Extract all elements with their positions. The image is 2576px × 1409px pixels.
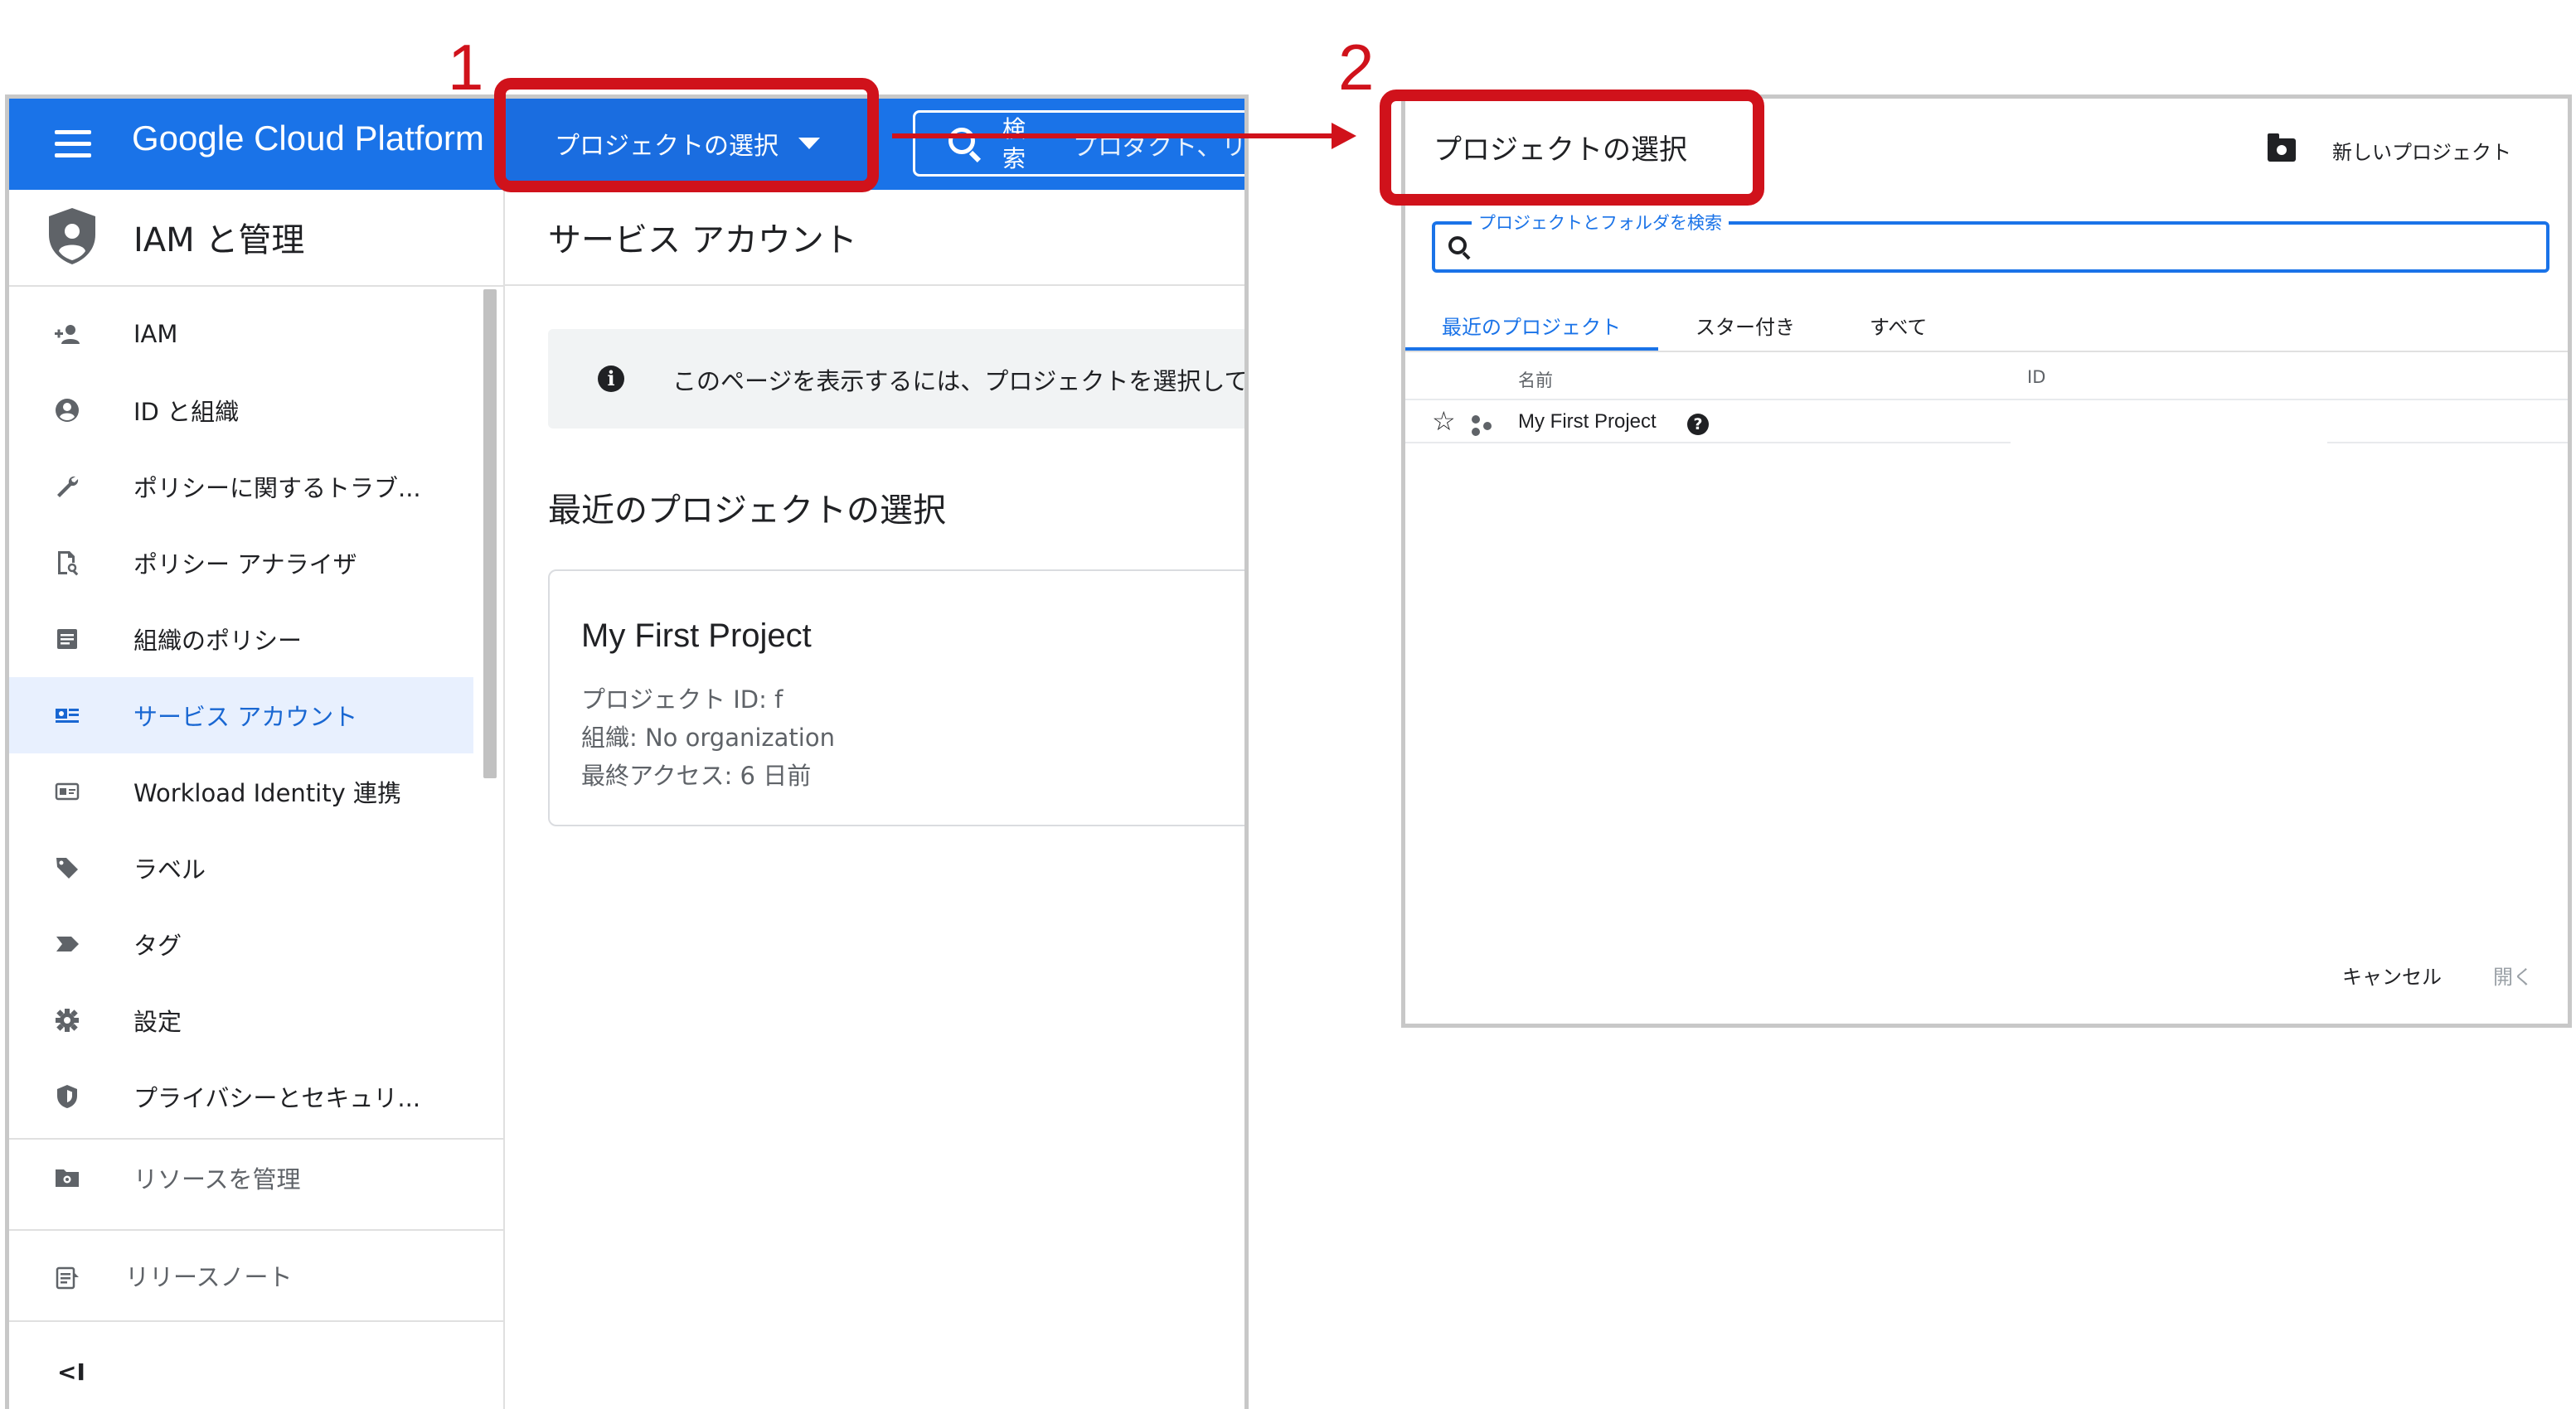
tab-recent-projects[interactable]: 最近のプロジェクト [1442,311,1621,340]
sidebar-item-policy-analyzer[interactable]: ポリシー アナライザ [9,525,473,601]
brand-logo[interactable]: Google Cloud Platform [132,119,484,158]
header-divider [1405,399,2568,400]
open-button[interactable]: 開く [2493,961,2533,990]
sidebar-item-manage-resources[interactable]: リソースを管理 [9,1140,473,1216]
sidebar-item-label: ラベル [133,855,206,884]
sidebar-item-org-policies[interactable]: 組織のポリシー [9,601,473,677]
sidebar-item-label: IAM [133,320,178,348]
label-tag-icon [56,858,78,879]
recent-projects-title: 最近のプロジェクトの選択 [548,491,946,530]
sidebar-item-label: リリースノート [125,1263,293,1291]
project-card-org: 組織: No organization [581,724,835,752]
project-select-dialog: プロジェクトの選択 新しいプロジェクト プロジェクトとフォルダを検索 最近のプロ… [1401,94,2572,1028]
search-icon [948,128,975,154]
project-row-name[interactable]: My First Project [1518,410,1657,433]
id-card-icon [55,782,80,801]
column-header-name: 名前 [1518,370,1553,390]
sidebar-item-iam[interactable]: IAM [9,296,473,372]
sidebar-title: IAM と管理 [133,221,305,259]
sidebar-item-label: 組織のポリシー [133,627,303,655]
column-header-id: ID [2027,367,2046,387]
sidebar-item-troubleshooter[interactable]: ポリシーに関するトラブ... [9,448,473,525]
info-banner: i このページを表示するには、プロジェクトを選択してください [548,329,1248,429]
info-text: このページを表示するには、プロジェクトを選択してください [672,367,1248,395]
help-icon[interactable]: ? [1687,414,1709,435]
wrench-icon [57,476,79,497]
search-icon [1448,236,1467,254]
sidebar-item-tags[interactable]: タグ [9,906,473,982]
release-notes-icon [56,1266,79,1290]
sidebar-item-privacy-security[interactable]: プライバシーとセキュリ... [9,1058,473,1135]
sidebar-item-label: 設定 [133,1008,182,1036]
sidebar-item-label: Workload Identity 連携 [133,779,401,807]
gear-icon [56,1009,79,1032]
search-box[interactable]: 検索 プロダクト、リ [913,110,1247,177]
new-project-button[interactable]: 新しいプロジェクト [2268,132,2511,168]
sidebar-item-workload-identity[interactable]: Workload Identity 連携 [9,753,473,830]
title-divider [505,284,1244,286]
project-card-id: プロジェクト ID: f [581,685,783,714]
sidebar-item-id-org[interactable]: ID と組織 [9,372,473,448]
service-account-icon [56,709,79,723]
step-number-1: 1 [448,31,484,104]
sidebar-item-label: リソースを管理 [133,1165,301,1194]
sidebar-scrollbar[interactable] [483,289,497,778]
sidebar-header: IAM と管理 [9,190,503,287]
project-type-icon [1470,415,1493,437]
row-divider [2327,442,2568,443]
list-document-icon [57,629,77,649]
tab-divider [1405,351,2568,352]
project-card-name: My First Project [581,617,812,654]
sidebar-item-release-notes[interactable]: リリースノート [9,1231,473,1320]
iam-shield-icon [49,208,95,264]
sidebar-divider [9,1320,503,1322]
arrow-head-icon [1332,123,1356,149]
tab-all[interactable]: すべて [1870,311,1927,340]
add-person-icon [55,325,80,344]
search-placeholder: プロダクト、リ [1073,133,1247,162]
step-number-2: 2 [1338,31,1375,104]
sidebar-item-label: ポリシー アナライザ [133,550,357,579]
row-divider [1405,442,2011,443]
new-project-label: 新しいプロジェクト [2332,140,2511,164]
sidebar: IAM と管理 IAM ID と組織 ポリシーに関するトラブ... ポリシー ア… [9,190,505,1409]
sidebar-item-label: サービス アカウント [133,703,358,731]
menu-hamburger-icon[interactable] [9,99,125,190]
sidebar-item-service-accounts[interactable]: サービス アカウント [9,677,473,753]
sidebar-item-label: タグ [133,932,182,960]
callout-dialog-title [1380,90,1764,206]
sidebar-item-settings[interactable]: 設定 [9,982,473,1058]
project-card-last-access: 最終アクセス: 6 日前 [581,762,812,790]
project-card[interactable]: My First Project プロジェクト ID: f 組織: No org… [548,569,1244,826]
collapse-sidebar-icon[interactable]: <I [57,1358,85,1386]
search-label: 検索 [1002,115,1026,172]
arrow-line [892,133,1332,138]
sidebar-item-label: プライバシーとセキュリ... [133,1084,421,1112]
folder-gear-icon [56,1169,79,1187]
console-screenshot: Google Cloud Platform プロジェクトの選択 検索 プロダクト… [5,94,1249,1409]
cancel-button[interactable]: キャンセル [2342,961,2442,990]
callout-project-selector [494,78,879,192]
project-search-label: プロジェクトとフォルダを検索 [1472,210,1729,235]
shield-icon [57,1085,77,1108]
sidebar-item-labels[interactable]: ラベル [9,830,473,906]
account-circle-icon [56,399,79,422]
tab-starred[interactable]: スター付き [1696,311,1795,340]
document-search-icon [58,551,79,576]
sidebar-item-label: ポリシーに関するトラブ... [133,474,421,502]
sidebar-item-label: ID と組織 [133,398,240,426]
info-icon: i [598,366,624,392]
new-folder-icon [2268,133,2296,162]
page-title: サービス アカウント [548,221,857,259]
star-outline-icon[interactable]: ☆ [1432,405,1456,437]
tag-arrow-icon [56,937,79,951]
